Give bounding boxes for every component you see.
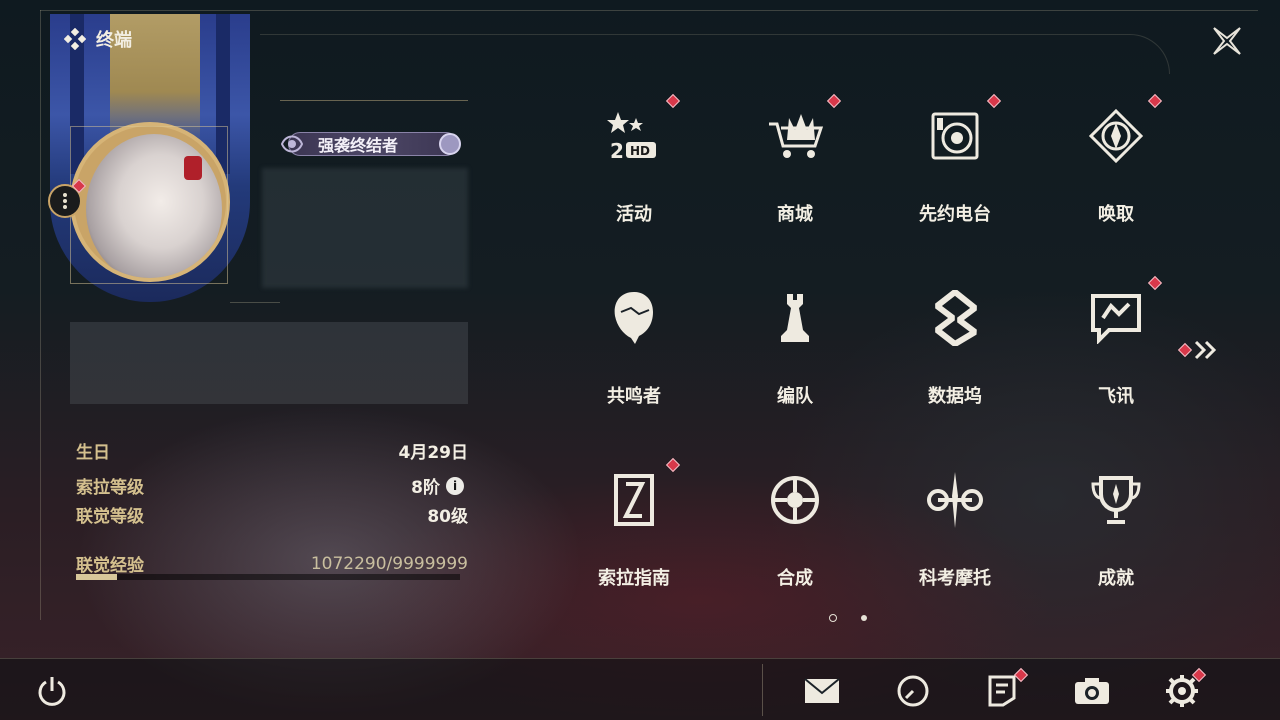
notification-badge <box>1177 342 1193 358</box>
frame-arc <box>260 34 1170 74</box>
menu-radio[interactable]: 先约电台 <box>905 93 1005 234</box>
convene-icon <box>1089 109 1143 163</box>
radio-icon <box>931 112 979 160</box>
menu-convene-label: 唤取 <box>1098 204 1134 225</box>
hidden-info-block <box>262 168 468 288</box>
union-exp-label: 联觉经验 <box>76 556 144 576</box>
crest-icon <box>439 133 461 155</box>
camera-button[interactable] <box>1072 672 1112 710</box>
notice-button[interactable] <box>982 667 1029 710</box>
menu-team[interactable]: 编队 <box>745 276 845 416</box>
double-chevron-right-icon <box>1194 340 1217 360</box>
notification-badge <box>1147 93 1163 109</box>
frame-top-line <box>40 10 1258 11</box>
divider <box>280 100 468 101</box>
activity-icon: 2 HD <box>607 112 656 162</box>
hidden-signature-block <box>70 322 468 404</box>
guide-icon <box>614 474 654 526</box>
svg-text:HD: HD <box>630 144 650 158</box>
shop-icon <box>769 114 824 158</box>
menu-synthesis-label: 合成 <box>777 568 813 589</box>
menu-team-label: 编队 <box>777 386 813 407</box>
menu-resonator[interactable]: 共鸣者 <box>584 276 684 416</box>
team-icon <box>781 294 809 342</box>
next-page-button[interactable] <box>1177 338 1224 362</box>
notification-badge <box>1147 275 1163 291</box>
union-level-value: 80级 <box>427 507 468 527</box>
birthday-row: 生日 4月29日 <box>76 438 468 463</box>
union-level-label: 联觉等级 <box>76 507 144 527</box>
bottom-divider <box>762 664 763 716</box>
union-exp-value: 1072290/9999999 <box>310 553 468 574</box>
motorbike-icon <box>927 472 983 528</box>
menu-shop[interactable]: 商城 <box>745 93 845 234</box>
menu-convene[interactable]: 唤取 <box>1066 93 1166 234</box>
history-button[interactable] <box>893 672 933 710</box>
notification-badge <box>986 93 1002 109</box>
menu-guide-label: 索拉指南 <box>598 568 670 589</box>
notification-badge <box>826 93 842 109</box>
page-title-text: 终端 <box>96 30 132 51</box>
menu-guide[interactable]: 索拉指南 <box>584 457 684 598</box>
sola-level-value: 8阶 <box>411 478 440 498</box>
menu-motorbike-label: 科考摩托 <box>919 568 991 589</box>
menu-data-dock[interactable]: 数据坞 <box>905 276 1005 416</box>
power-icon <box>38 677 66 706</box>
notice-icon <box>988 675 1016 707</box>
settings-button[interactable] <box>1162 667 1207 710</box>
sola-level-row: 索拉等级 8阶 i <box>76 473 468 498</box>
union-exp-row: 联觉经验 1072290/9999999 <box>76 551 468 577</box>
terminal-icon <box>64 28 86 50</box>
divider <box>230 302 280 303</box>
notification-badge <box>665 457 681 473</box>
notification-badge <box>665 93 681 109</box>
menu-activity[interactable]: 2 HD 活动 <box>584 93 684 234</box>
mail-button[interactable] <box>802 672 842 710</box>
menu-activity-label: 活动 <box>616 204 652 225</box>
union-exp-bar <box>76 574 460 580</box>
data-dock-icon <box>935 290 977 346</box>
menu-message[interactable]: 飞讯 <box>1066 275 1166 416</box>
menu-achievement-label: 成就 <box>1098 568 1134 589</box>
close-button[interactable] <box>1206 20 1248 62</box>
message-icon <box>1091 294 1141 344</box>
menu-message-label: 飞讯 <box>1098 386 1134 407</box>
title-badge[interactable]: 强袭终结者 <box>278 128 468 160</box>
close-icon <box>1213 27 1241 55</box>
menu-shop-label: 商城 <box>777 204 813 225</box>
page-indicator[interactable] <box>861 615 867 621</box>
resonator-icon <box>614 292 653 344</box>
menu-resonator-label: 共鸣者 <box>607 386 661 407</box>
power-button[interactable] <box>32 672 72 710</box>
union-exp-fill <box>76 574 118 580</box>
synthesis-icon <box>771 476 819 524</box>
avatar-frame <box>70 126 228 284</box>
menu-synthesis[interactable]: 合成 <box>745 458 845 598</box>
page-title: 终端 <box>64 26 132 52</box>
birthday-label: 生日 <box>76 443 110 463</box>
more-vertical-icon <box>63 193 67 209</box>
dragon-emblem-icon <box>280 135 304 153</box>
clock-icon <box>897 675 929 707</box>
menu-motorbike[interactable]: 科考摩托 <box>905 458 1005 598</box>
mail-icon <box>804 678 840 703</box>
menu-data-dock-label: 数据坞 <box>928 386 982 407</box>
birthday-value: 4月29日 <box>398 443 469 463</box>
svg-text:2: 2 <box>610 139 624 162</box>
sola-level-label: 索拉等级 <box>76 478 144 498</box>
info-icon[interactable]: i <box>446 476 464 495</box>
menu-radio-label: 先约电台 <box>919 204 991 225</box>
title-badge-text: 强袭终结者 <box>318 136 399 155</box>
page-indicator-active[interactable] <box>829 614 837 622</box>
frame-left-line <box>40 10 41 620</box>
camera-icon <box>1075 678 1109 704</box>
union-level-row: 联觉等级 80级 <box>76 502 468 527</box>
menu-achievement[interactable]: 成就 <box>1066 458 1166 598</box>
achievement-icon <box>1091 476 1141 524</box>
